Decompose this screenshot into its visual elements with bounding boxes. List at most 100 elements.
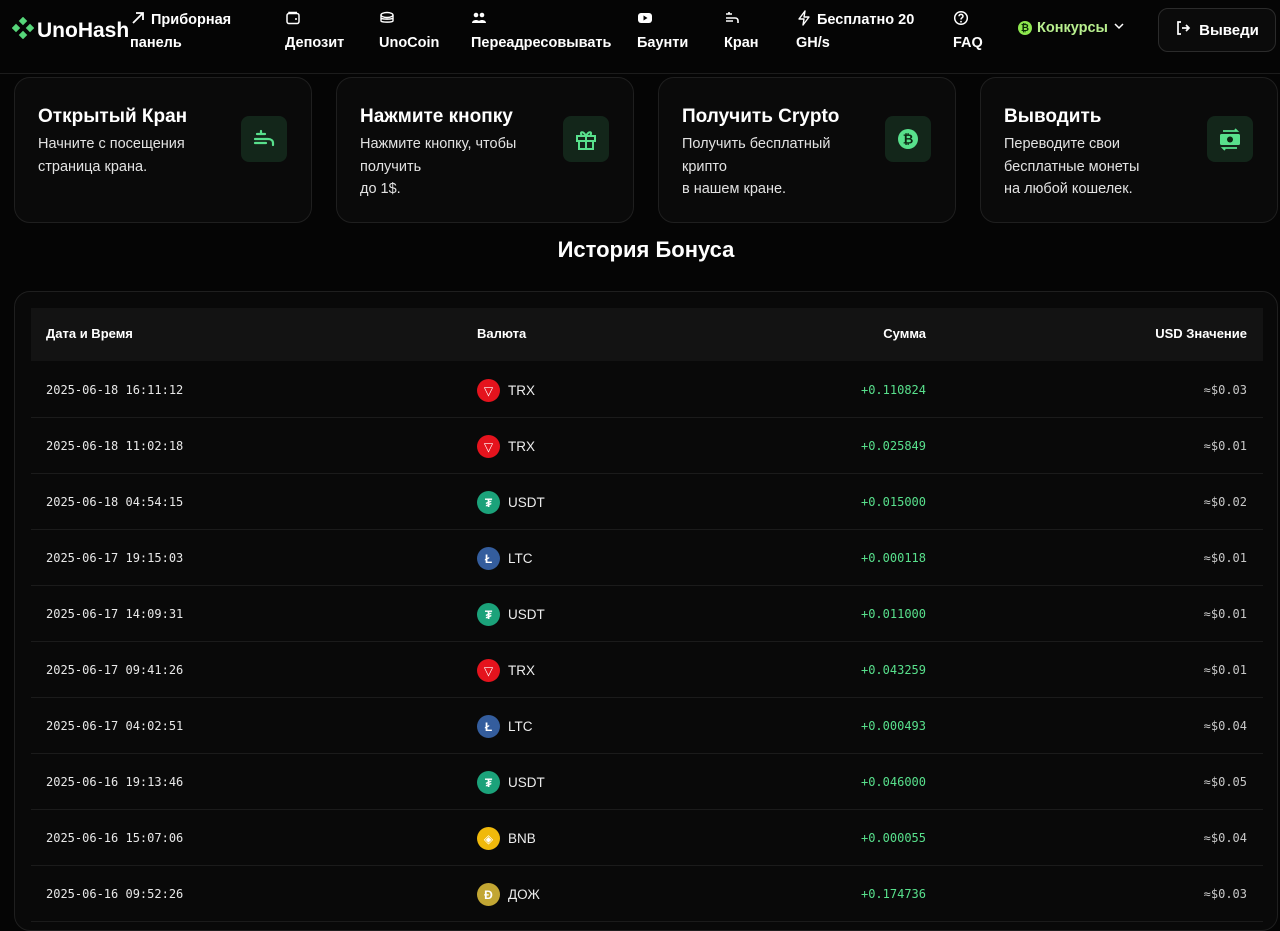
row-usd-value: ≈$0.01 [1203, 663, 1247, 677]
card-title: Нажмите кнопку [360, 106, 513, 127]
currency-label: TRX [508, 663, 535, 678]
withdraw-button-label: Выведи [1199, 21, 1259, 39]
row-usd-value: ≈$0.01 [1203, 439, 1247, 453]
currency-coin-icon: ▽ [477, 379, 500, 402]
card-description: Переводите свои бесплатные монеты на люб… [1004, 136, 1140, 197]
row-currency: Ł LTC [477, 547, 533, 570]
nav-faq-label: FAQ [953, 35, 983, 51]
card-title: Выводить [1004, 106, 1102, 127]
column-header-amount: Сумма [883, 326, 926, 341]
nav-free-ghs-line1: Бесплатно 20 [817, 12, 915, 28]
step-card-press-button: Нажмите кнопку Нажмите кнопку, чтобы пол… [336, 77, 634, 223]
column-header-currency: Валюта [477, 326, 527, 341]
row-amount: +0.000055 [860, 831, 926, 845]
nav-deposit[interactable]: Депозит [285, 9, 344, 55]
row-date: 2025-06-16 19:13:46 [46, 775, 184, 789]
nav-faucet[interactable]: Кран [724, 9, 759, 55]
row-usd-value: ≈$0.01 [1203, 551, 1247, 565]
users-icon [471, 10, 487, 26]
bitcoin-icon: ₿ [1018, 21, 1032, 35]
contests-label: Конкурсы [1037, 20, 1108, 36]
nav-free-ghs-line2: GH/s [796, 35, 830, 51]
row-date: 2025-06-18 11:02:18 [46, 439, 184, 453]
row-amount: +0.110824 [860, 383, 926, 397]
brand-logo[interactable]: UnoHash [11, 16, 130, 45]
table-row: 2025-06-16 15:07:06 ◈ BNB +0.000055 ≈$0.04 [31, 810, 1263, 866]
step-card-withdraw: Выводить Переводите свои бесплатные моне… [980, 77, 1278, 223]
table-row: 2025-06-17 09:41:26 ▽ TRX +0.043259 ≈$0.01 [31, 642, 1263, 698]
currency-coin-icon: ₮ [477, 771, 500, 794]
table-row: 2025-06-17 04:02:51 Ł LTC +0.000493 ≈$0.04 [31, 698, 1263, 754]
nav-free-ghs[interactable]: Бесплатно 20 GH/s [796, 9, 914, 55]
row-usd-value: ≈$0.04 [1203, 831, 1247, 845]
row-date: 2025-06-16 09:52:26 [46, 887, 184, 901]
row-usd-value: ≈$0.03 [1203, 383, 1247, 397]
row-amount: +0.174736 [860, 887, 926, 901]
nav-redirect-label: Переадресовывать [471, 35, 612, 51]
table-row: 2025-06-17 19:15:03 Ł LTC +0.000118 ≈$0.01 [31, 530, 1263, 586]
card-description: Начните с посещения страница крана. [38, 136, 185, 175]
nav-dashboard[interactable]: Приборная панель [130, 9, 231, 55]
nav-redirect[interactable]: Переадресовывать [471, 9, 611, 55]
arrow-up-right-icon [130, 10, 146, 26]
lightning-icon [796, 10, 812, 26]
chevron-down-icon [1113, 20, 1125, 36]
row-amount: +0.046000 [860, 775, 926, 789]
row-amount: +0.015000 [860, 495, 926, 509]
currency-label: USDT [508, 775, 545, 790]
card-description: Нажмите кнопку, чтобы получить до 1$. [360, 136, 517, 197]
row-amount: +0.025849 [860, 439, 926, 453]
row-date: 2025-06-17 04:02:51 [46, 719, 184, 733]
table-row: 2025-06-18 04:54:15 ₮ USDT +0.015000 ≈$0.02 [31, 474, 1263, 530]
card-description: Получить бесплатный крипто в нашем кране… [682, 136, 831, 197]
nav-bounty[interactable]: Баунти [637, 9, 688, 55]
currency-coin-icon: Ł [477, 547, 500, 570]
currency-coin-icon: ◈ [477, 827, 500, 850]
row-date: 2025-06-16 15:07:06 [46, 831, 184, 845]
withdraw-button[interactable]: Выведи [1158, 8, 1276, 52]
bitcoin-icon: ₿ [885, 116, 931, 162]
row-usd-value: ≈$0.04 [1203, 719, 1247, 733]
row-usd-value: ≈$0.01 [1203, 607, 1247, 621]
row-amount: +0.043259 [860, 663, 926, 677]
table-header: Дата и Время Валюта Сумма USD Значение [31, 308, 1263, 361]
row-amount: +0.011000 [860, 607, 926, 621]
step-card-open-faucet: Открытый Кран Начните с посещения страни… [14, 77, 312, 223]
currency-label: LTC [508, 719, 533, 734]
currency-label: LTC [508, 551, 533, 566]
wallet-icon [285, 10, 301, 26]
currency-label: USDT [508, 495, 545, 510]
card-title: Открытый Кран [38, 106, 188, 127]
currency-coin-icon: Ł [477, 715, 500, 738]
row-date: 2025-06-17 09:41:26 [46, 663, 184, 677]
diamond-logo-icon [11, 16, 35, 45]
faucet-icon [724, 10, 740, 26]
nav-faucet-label: Кран [724, 35, 759, 51]
row-usd-value: ≈$0.03 [1203, 887, 1247, 901]
history-title: История Бонуса [557, 237, 735, 262]
brand-name: UnoHash [37, 19, 130, 42]
faucet-icon [241, 116, 287, 162]
coins-stack-icon [379, 10, 395, 26]
step-card-get-crypto: Получить Crypto Получить бесплатный крип… [658, 77, 956, 223]
row-currency: ◈ BNB [477, 827, 536, 850]
currency-coin-icon: ₮ [477, 491, 500, 514]
currency-label: TRX [508, 439, 535, 454]
row-amount: +0.000118 [860, 551, 926, 565]
gift-icon [563, 116, 609, 162]
card-title: Получить Crypto [682, 106, 840, 127]
table-row: 2025-06-16 19:13:46 ₮ USDT +0.046000 ≈$0.05 [31, 754, 1263, 810]
svg-text:₿: ₿ [903, 133, 914, 148]
question-circle-icon [953, 10, 969, 26]
nav-unocoin-label: UnoCoin [379, 35, 440, 51]
row-date: 2025-06-17 19:15:03 [46, 551, 184, 565]
logout-arrow-icon [1175, 20, 1191, 40]
money-transfer-icon [1207, 116, 1253, 162]
row-currency: ▽ TRX [477, 659, 535, 682]
nav-faq[interactable]: FAQ [953, 9, 983, 55]
contests-dropdown[interactable]: ₿ Конкурсы [1018, 20, 1125, 36]
currency-coin-icon: ▽ [477, 435, 500, 458]
nav-deposit-label: Депозит [285, 35, 345, 51]
nav-unocoin[interactable]: UnoCoin [379, 9, 439, 55]
row-usd-value: ≈$0.05 [1203, 775, 1247, 789]
